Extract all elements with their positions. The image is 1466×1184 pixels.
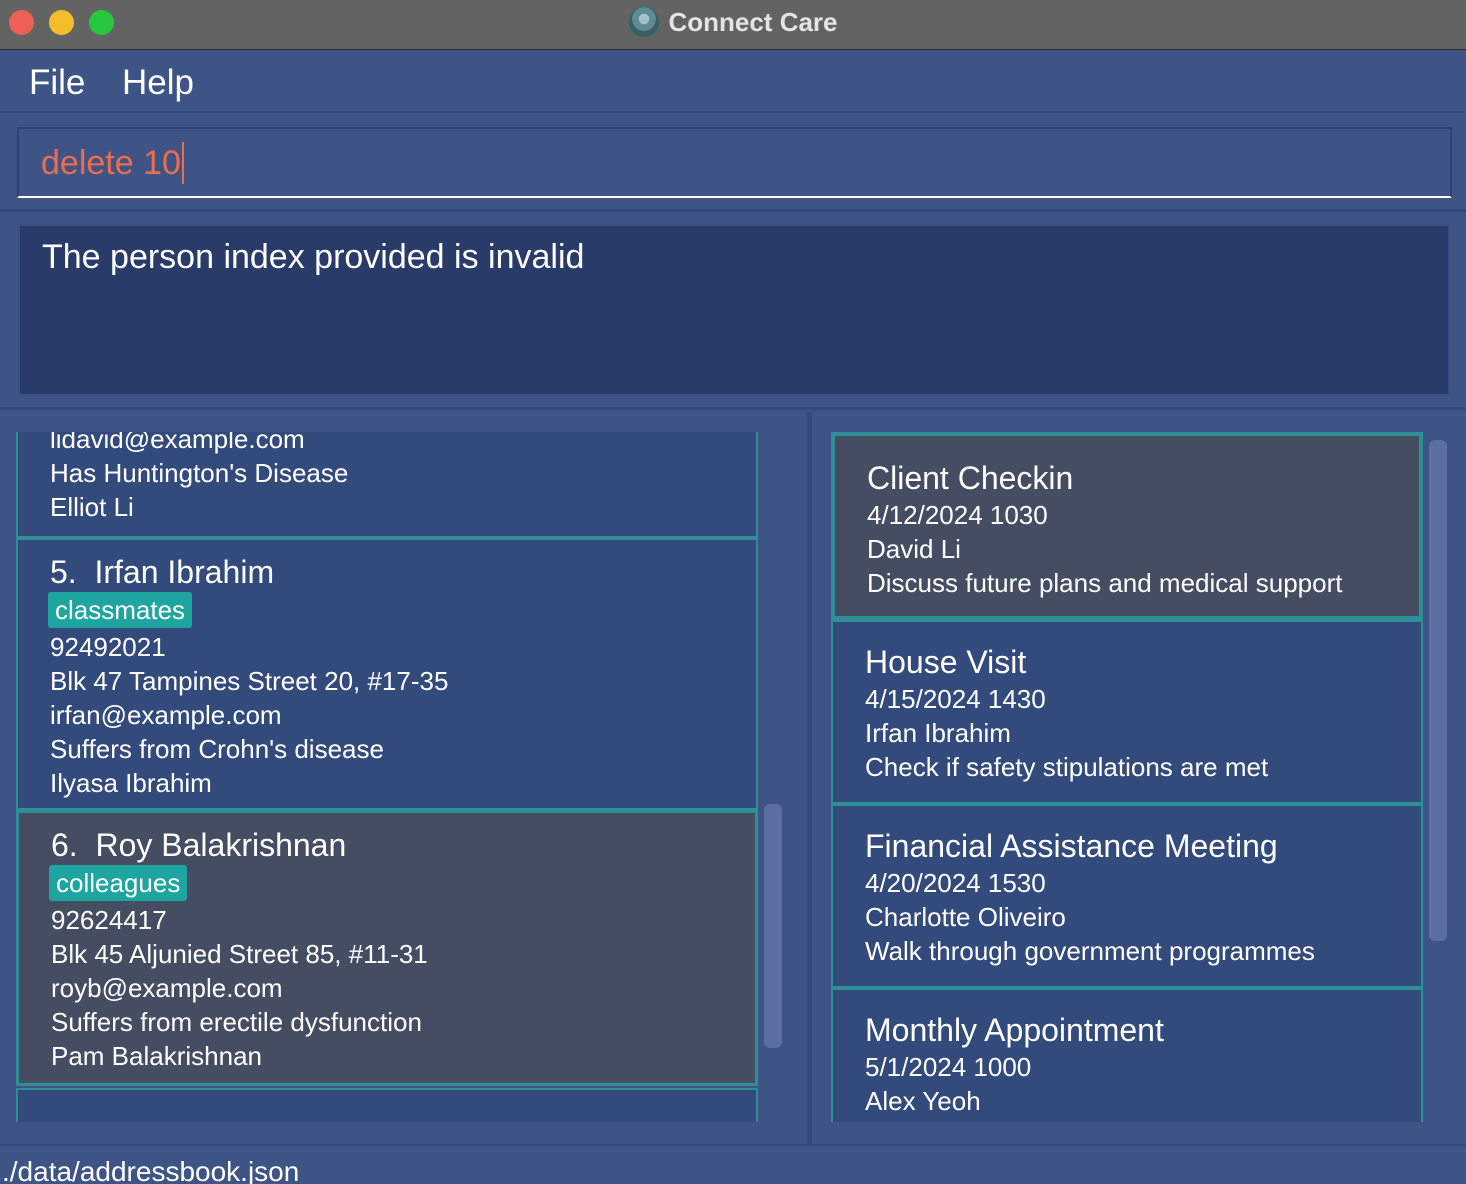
- person-index: 5.: [50, 554, 77, 590]
- person-email: royb@example.com: [51, 973, 283, 1003]
- person-index: 6.: [51, 827, 78, 863]
- appointment-person: Irfan Ibrahim: [865, 718, 1011, 748]
- person-name-text: Irfan Ibrahim: [94, 554, 275, 590]
- command-input-box[interactable]: delete 10: [17, 127, 1452, 198]
- split-divider[interactable]: [807, 412, 812, 1144]
- appointment-datetime: 5/1/2024 1000: [865, 1052, 1032, 1082]
- appointment-list[interactable]: Client Checkin 4/12/2024 1030 David Li D…: [831, 432, 1423, 1122]
- appointment-card[interactable]: Financial Assistance Meeting 4/20/2024 1…: [831, 804, 1423, 988]
- person-name-text: Roy Balakrishnan: [95, 827, 347, 863]
- person-name: 6. Roy Balakrishnan: [51, 827, 346, 864]
- title-wrap: Connect Care: [0, 0, 1466, 44]
- appointment-card-selected[interactable]: Client Checkin 4/12/2024 1030 David Li D…: [831, 432, 1423, 620]
- appointment-person: Alex Yeoh: [865, 1086, 981, 1116]
- status-filepath: ./data/addressbook.json: [2, 1156, 300, 1184]
- appointment-datetime: 4/12/2024 1030: [867, 500, 1048, 530]
- person-email: lidavid@example.com: [50, 432, 305, 454]
- person-name: 5. Irfan Ibrahim: [50, 554, 274, 591]
- menu-file[interactable]: File: [29, 63, 85, 103]
- person-card[interactable]: lidavid@example.com Has Huntington's Dis…: [16, 432, 758, 538]
- person-phone: 92492021: [50, 632, 166, 662]
- appointment-description: Discuss future plans and medical support: [867, 568, 1343, 598]
- person-list-scrollbar[interactable]: [764, 804, 782, 1048]
- appointment-person: Charlotte Oliveiro: [865, 902, 1066, 932]
- command-input-text: delete 10: [41, 143, 181, 182]
- appointment-title: Monthly Appointment: [865, 1012, 1164, 1048]
- appointment-list-scrollbar[interactable]: [1429, 440, 1447, 941]
- menu-bar: File Help: [0, 51, 1466, 113]
- person-address: Blk 45 Aljunied Street 85, #11-31: [51, 939, 428, 969]
- person-address: Blk 47 Tampines Street 20, #17-35: [50, 666, 449, 696]
- person-note: Has Huntington's Disease: [50, 458, 349, 488]
- person-contact: Elliot Li: [50, 492, 134, 522]
- command-input[interactable]: delete 10: [41, 141, 184, 185]
- appointment-title: Financial Assistance Meeting: [865, 828, 1278, 864]
- result-message: The person index provided is invalid: [42, 238, 585, 276]
- appointment-title: House Visit: [865, 644, 1027, 680]
- appointment-datetime: 4/15/2024 1430: [865, 684, 1046, 714]
- command-area: delete 10: [0, 115, 1466, 212]
- appointment-description: Walk through government programmes: [865, 936, 1315, 966]
- app-logo-icon: [628, 6, 661, 38]
- appointment-card[interactable]: House Visit 4/15/2024 1430 Irfan Ibrahim…: [831, 620, 1423, 804]
- result-area: The person index provided is invalid: [0, 212, 1466, 410]
- appointment-card[interactable]: Monthly Appointment 5/1/2024 1000 Alex Y…: [831, 988, 1423, 1122]
- person-contact: Ilyasa Ibrahim: [50, 768, 212, 798]
- result-display[interactable]: The person index provided is invalid: [18, 224, 1450, 396]
- appointment-title: Client Checkin: [867, 460, 1074, 496]
- person-tag: colleagues: [49, 865, 188, 901]
- text-caret: [181, 142, 184, 184]
- title-bar: Connect Care: [0, 0, 1466, 50]
- menu-help[interactable]: Help: [122, 63, 194, 103]
- person-note: Suffers from erectile dysfunction: [51, 1007, 422, 1037]
- status-bar: ./data/addressbook.json: [0, 1144, 1466, 1184]
- person-list[interactable]: lidavid@example.com Has Huntington's Dis…: [16, 432, 758, 1122]
- window-title: Connect Care: [668, 6, 838, 37]
- person-tag: classmates: [48, 592, 193, 628]
- person-card[interactable]: 5. Irfan Ibrahim classmates 92492021 Blk…: [16, 538, 758, 810]
- person-card[interactable]: [16, 1088, 758, 1122]
- person-contact: Pam Balakrishnan: [51, 1041, 262, 1071]
- appointment-description: Check if safety stipulations are met: [865, 752, 1269, 782]
- person-phone: 92624417: [51, 905, 167, 935]
- person-email: irfan@example.com: [50, 700, 282, 730]
- lists-area: lidavid@example.com Has Huntington's Dis…: [0, 412, 1466, 1144]
- person-note: Suffers from Crohn's disease: [50, 734, 384, 764]
- appointment-datetime: 4/20/2024 1530: [865, 868, 1046, 898]
- appointment-person: David Li: [867, 534, 961, 564]
- person-card-selected[interactable]: 6. Roy Balakrishnan colleagues 92624417 …: [16, 810, 758, 1086]
